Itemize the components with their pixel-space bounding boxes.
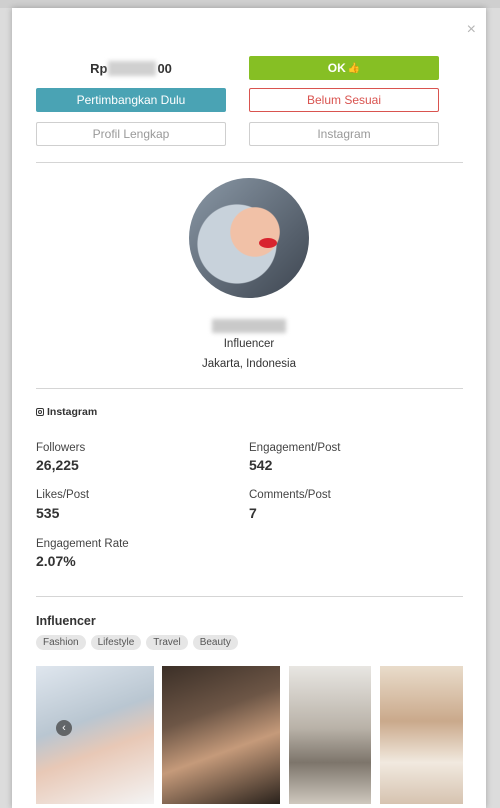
tag-beauty[interactable]: Beauty	[192, 635, 238, 650]
page-backdrop	[0, 0, 500, 8]
price-text: Rp 00	[36, 56, 226, 80]
price-prefix: Rp	[90, 60, 108, 76]
likes-post-value: 535	[36, 505, 60, 521]
comments-post-label: Comments/Post	[249, 489, 331, 501]
followers-label: Followers	[36, 442, 86, 454]
thumbs-up-icon: 👍	[347, 62, 361, 74]
full-profile-button[interactable]: Profil Lengkap	[36, 122, 226, 146]
price-suffix: 00	[157, 60, 172, 76]
instagram-button[interactable]: Instagram	[249, 122, 439, 146]
followers-value: 26,225	[36, 457, 79, 473]
engagement-rate-value: 2.07%	[36, 553, 76, 569]
instagram-section-label: Instagram	[36, 406, 97, 418]
gallery-photo[interactable]	[289, 666, 371, 804]
ok-button[interactable]: OK 👍	[249, 56, 439, 80]
tag-fashion[interactable]: Fashion	[36, 635, 86, 650]
engagement-post-label: Engagement/Post	[249, 442, 341, 454]
close-icon[interactable]: ×	[467, 22, 476, 38]
gallery-photo[interactable]	[36, 666, 154, 804]
influencer-section-title: Influencer	[36, 614, 96, 628]
divider	[36, 388, 463, 389]
comments-post-value: 7	[249, 505, 257, 521]
influencer-name-redacted	[212, 319, 286, 333]
ok-button-label: OK	[327, 61, 346, 75]
avatar	[189, 178, 309, 298]
divider	[36, 596, 463, 597]
consider-button[interactable]: Pertimbangkan Dulu	[36, 88, 226, 112]
influencer-modal: × Rp 00 OK 👍 Pertimbangkan Dulu Belum Se…	[12, 8, 486, 808]
likes-post-label: Likes/Post	[36, 489, 90, 501]
category-tags: Fashion Lifestyle Travel Beauty	[36, 635, 238, 650]
tag-travel[interactable]: Travel	[146, 635, 188, 650]
instagram-icon	[36, 408, 44, 416]
price-redacted	[108, 60, 157, 76]
carousel-prev-icon[interactable]: ‹	[56, 720, 72, 736]
profile-location: Jakarta, Indonesia	[202, 358, 296, 370]
gallery-photo[interactable]	[162, 666, 280, 804]
gallery-photo[interactable]	[380, 666, 463, 804]
not-yet-button[interactable]: Belum Sesuai	[249, 88, 439, 112]
engagement-rate-label: Engagement Rate	[36, 538, 129, 550]
profile-role: Influencer	[223, 338, 275, 350]
engagement-post-value: 542	[249, 457, 273, 473]
divider	[36, 162, 463, 163]
tag-lifestyle[interactable]: Lifestyle	[90, 635, 142, 650]
